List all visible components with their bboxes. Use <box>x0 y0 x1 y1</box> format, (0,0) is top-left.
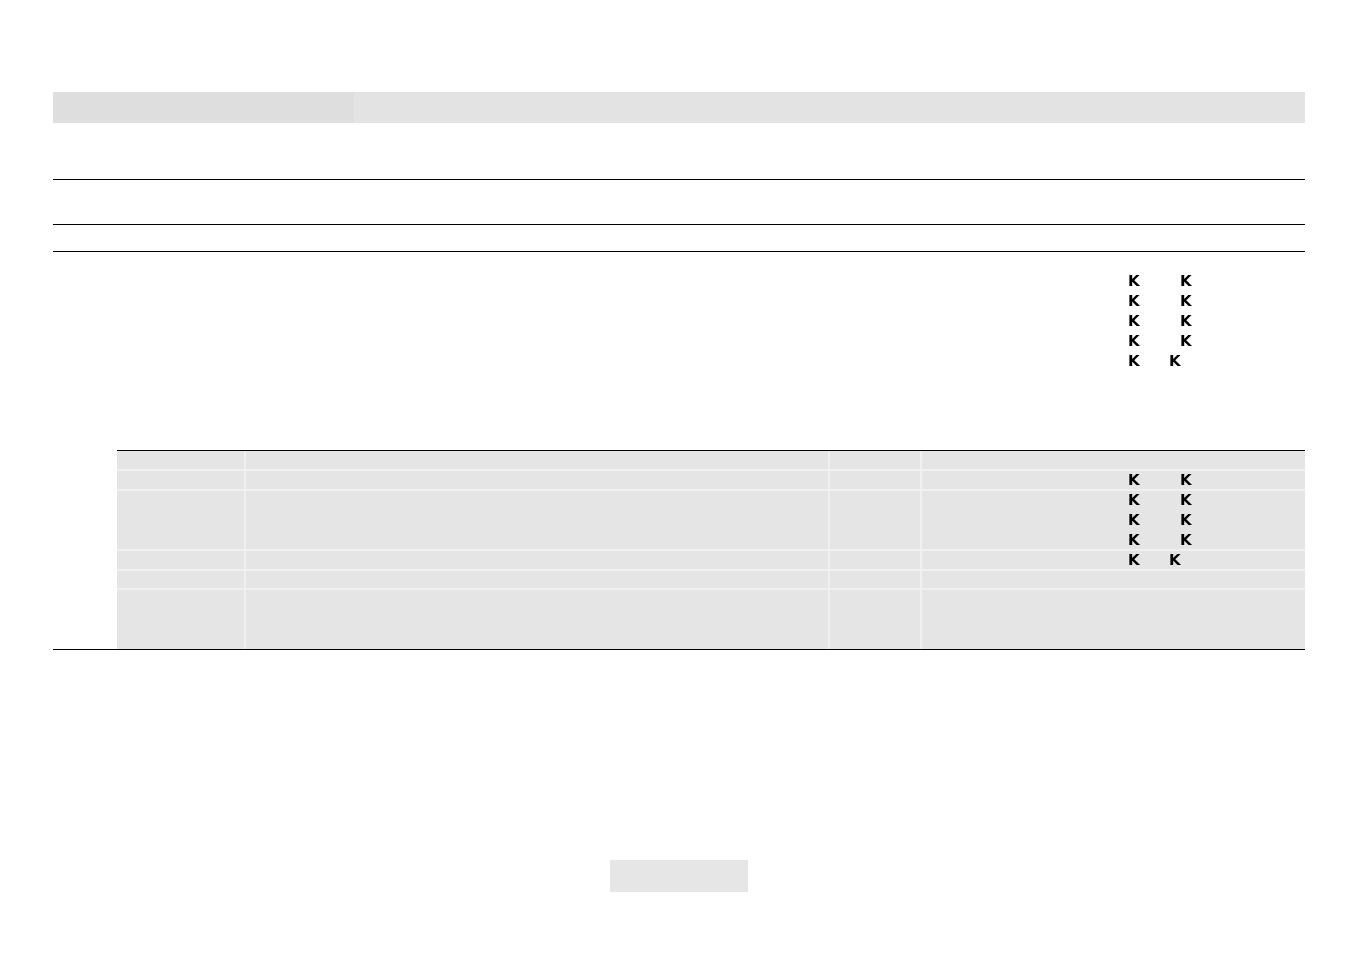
open-mark-glyph: K <box>1128 332 1140 350</box>
divider <box>53 224 1305 225</box>
page-number-box <box>610 860 748 892</box>
close-mark-glyph: K <box>1180 312 1192 330</box>
section-header-label-cell <box>53 92 354 123</box>
close-mark-glyph: K <box>1169 551 1181 569</box>
open-mark-glyph: K <box>1128 471 1140 489</box>
open-mark-glyph: K <box>1128 312 1140 330</box>
table-row-divider <box>117 489 1305 491</box>
open-mark-glyph: K <box>1128 531 1140 549</box>
open-mark-glyph: K <box>1128 551 1140 569</box>
open-mark-glyph: K <box>1128 352 1140 370</box>
open-mark-glyph: K <box>1128 491 1140 509</box>
table-row-divider <box>117 569 1305 571</box>
open-mark-glyph: K <box>1128 272 1140 290</box>
divider <box>53 251 1305 252</box>
open-mark-glyph: K <box>1128 511 1140 529</box>
close-mark-glyph: K <box>1180 511 1192 529</box>
close-mark-glyph: K <box>1180 491 1192 509</box>
table-row-divider <box>117 588 1305 590</box>
close-mark-glyph: K <box>1180 531 1192 549</box>
close-mark-glyph: K <box>1180 292 1192 310</box>
close-mark-glyph: K <box>1180 332 1192 350</box>
bottom-divider <box>53 649 1305 650</box>
close-mark-glyph: K <box>1169 352 1181 370</box>
divider <box>53 179 1305 180</box>
table-top-border <box>117 450 1305 451</box>
table-row-divider <box>117 549 1305 551</box>
close-mark-glyph: K <box>1180 272 1192 290</box>
open-mark-glyph: K <box>1128 292 1140 310</box>
table-row-divider <box>117 469 1305 471</box>
close-mark-glyph: K <box>1180 471 1192 489</box>
